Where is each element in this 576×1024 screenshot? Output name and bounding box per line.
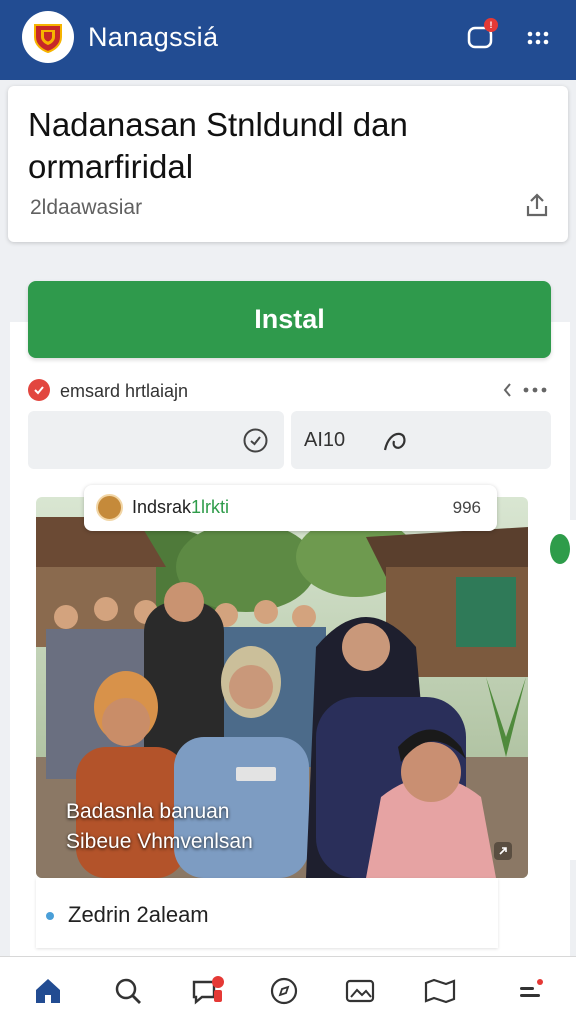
app-bar: Nanagssiá ! [0,0,576,80]
refresh-arrow-icon [383,432,406,451]
gallery-icon [345,979,375,1003]
more-options-button[interactable] [518,18,558,58]
bottom-navigation [0,956,576,1024]
post-location: Zedrin 2aleam [68,902,209,927]
view-count: 996 [452,498,481,517]
messages-icon [192,976,224,1005]
next-card-avatar [550,534,570,564]
search-icon [115,978,141,1004]
grid-dots-icon [527,31,549,45]
next-card-peek[interactable] [546,520,576,860]
check-circle-icon [243,428,268,453]
nav-explore[interactable] [266,973,302,1009]
author-name[interactable]: emsard hrtlaiajn [60,381,188,402]
nav-home[interactable] [30,973,66,1009]
nav-map[interactable] [422,973,458,1009]
verified-check-icon [28,379,50,401]
app-header-card: Nadanasan Stnldundl dan ormarfiridal 2ld… [8,86,568,242]
app-name-heading: Nadanasan Stnldundl dan ormarfiridal [28,106,408,185]
expand-icon[interactable] [492,840,514,862]
app-subtitle: 2ldaawasiar [30,196,143,219]
post-author-row: emsard hrtlaiajn [28,376,552,406]
install-button[interactable]: Instal [28,281,551,358]
map-icon [424,978,456,1004]
shield-crest-icon[interactable] [22,11,74,63]
notifications-button[interactable]: ! [460,18,500,58]
post-footer[interactable]: Zedrin 2aleam [36,878,498,948]
reaction-box[interactable] [28,411,284,469]
post-options-icon[interactable] [502,378,552,402]
tag-name-highlight: 1lrkti [191,497,230,517]
home-icon [36,979,60,1003]
nav-menu[interactable] [512,973,548,1009]
tag-user-name: Indsrak1lrkti [132,497,229,518]
comment-box[interactable]: AI10 [291,411,551,469]
app-title: Nanagssiá [88,22,219,52]
status-dot [46,912,54,920]
caption-line-1: Badasnla banuan [66,800,230,823]
user-avatar [96,494,123,521]
menu-icon [520,979,543,997]
stat-value: AI10 [304,429,346,451]
nav-messages[interactable] [190,973,226,1009]
compass-icon [270,977,298,1005]
photo-caption: Badasnla banuan Sibeue Vhmvenlsan [66,797,253,857]
nav-search[interactable] [110,973,146,1009]
photo-user-tag[interactable]: Indsrak1lrkti 996 [84,485,497,531]
share-icon[interactable] [522,190,552,220]
notification-badge: ! [484,18,498,32]
tag-name-prefix: Indsrak [132,497,192,517]
nav-gallery[interactable] [342,973,378,1009]
caption-line-2: Sibeue Vhmvenlsan [66,830,253,853]
